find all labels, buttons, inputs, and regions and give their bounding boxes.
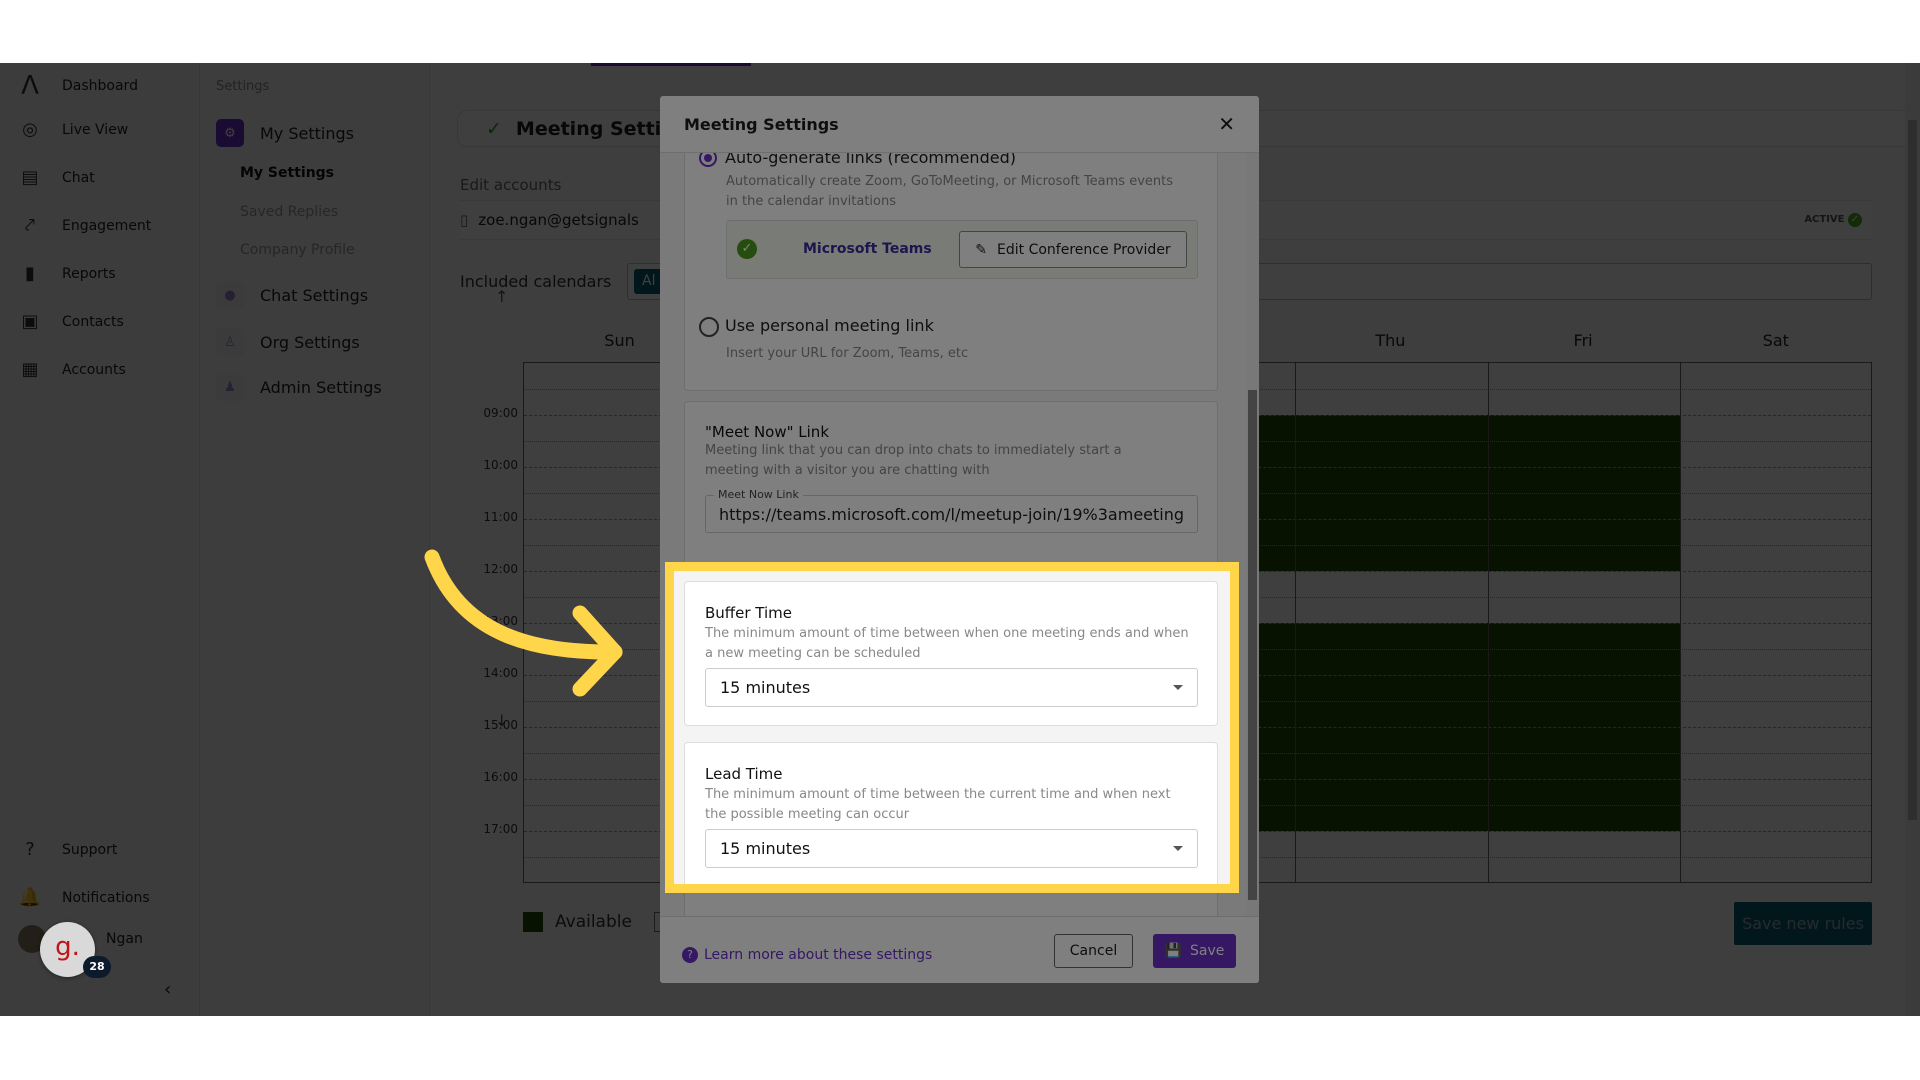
close-icon[interactable]: ✕ [1218, 112, 1235, 136]
edit-conference-provider-button[interactable]: ✎ Edit Conference Provider [959, 231, 1187, 268]
check-circle-icon: ✓ [737, 239, 757, 259]
learn-more-link[interactable]: ? Learn more about these settings [682, 947, 932, 963]
provider-name: Microsoft Teams [803, 241, 932, 257]
modal-title: Meeting Settings [684, 114, 839, 134]
meet-now-card: "Meet Now" Link Meeting link that you ca… [684, 401, 1218, 571]
radio-personal-link[interactable] [699, 317, 719, 337]
conference-card: Auto-generate links (recommended) Automa… [684, 153, 1218, 391]
app: ΛDashboard ◎Live View ▤Chat ⤤Engagement … [0, 63, 1920, 1016]
modal-footer: ? Learn more about these settings Cancel … [660, 916, 1259, 983]
meet-now-desc: Meeting link that you can drop into chat… [705, 443, 1122, 478]
meet-now-field-label: Meet Now Link [714, 488, 803, 501]
save-button[interactable]: 💾 Save [1153, 934, 1236, 968]
help-icon: ? [682, 947, 698, 963]
save-icon: 💾 [1164, 943, 1183, 959]
auto-generate-desc: Automatically create Zoom, GoToMeeting, … [726, 174, 1174, 209]
personal-link-label: Use personal meeting link [725, 316, 934, 335]
auto-generate-label: Auto-generate links (recommended) [725, 153, 1016, 167]
personal-link-desc: Insert your URL for Zoom, Teams, etc [726, 346, 969, 361]
pencil-icon: ✎ [975, 241, 988, 258]
cancel-button[interactable]: Cancel [1054, 934, 1133, 968]
provider-box: ✓ Microsoft Teams ✎ Edit Conference Provi… [726, 220, 1198, 279]
meet-now-title: "Meet Now" Link [705, 423, 829, 441]
tutorial-arrow-icon [424, 549, 623, 697]
radio-auto-generate[interactable] [699, 153, 717, 167]
notification-count-badge: 28 [83, 956, 111, 978]
modal-scrollbar[interactable] [1246, 153, 1259, 916]
tutorial-highlight [665, 562, 1239, 893]
